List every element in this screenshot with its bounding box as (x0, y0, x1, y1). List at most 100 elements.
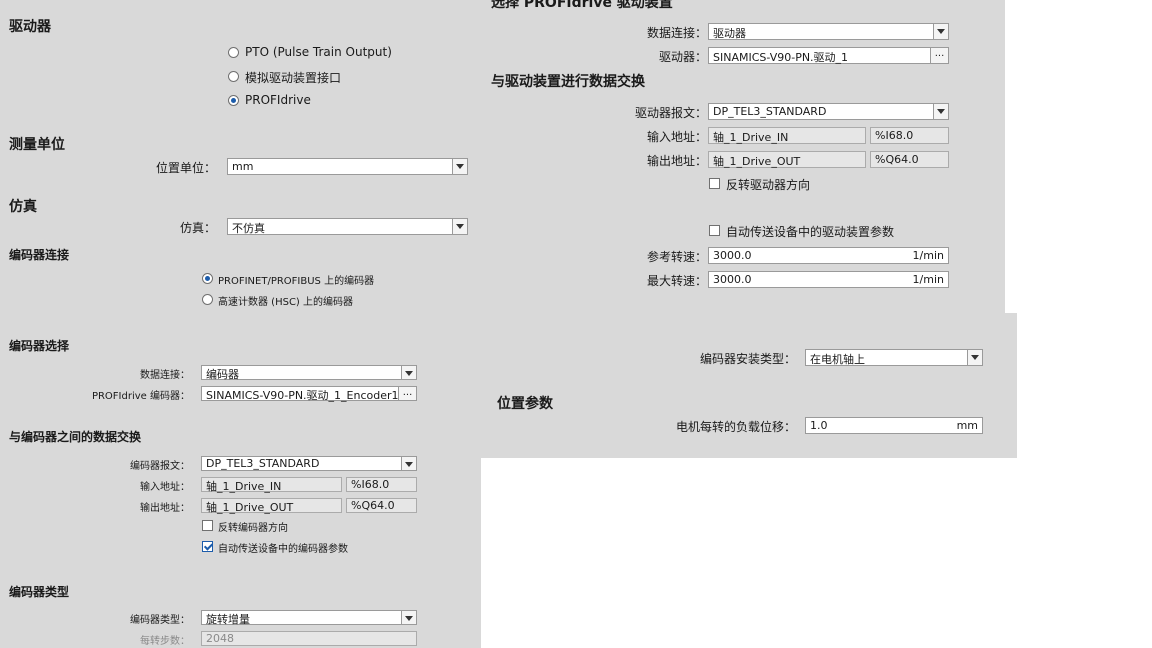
profidrive-encoder-value: SINAMICS-V90-PN.驱动_1_Encoder1 (206, 389, 399, 402)
browse-button[interactable]: ... (930, 48, 948, 63)
steps-per-rev-label: 每转步数： (140, 636, 190, 647)
drive-output-name: 轴_1_Drive_OUT (708, 151, 866, 168)
drive-data-conn-label: 数据连接： (646, 26, 707, 40)
load-displacement-label: 电机每转的负载位移： (675, 420, 796, 434)
profidrive-encoder-label: PROFIdrive 编码器： (91, 391, 190, 402)
drive-option-pto-label[interactable]: PTO (Pulse Train Output) (245, 45, 392, 59)
left-panel: 驱动器 PTO (Pulse Train Output) 模拟驱动装置接口 PR… (0, 0, 481, 648)
drive-data-conn-value: 驱动器 (713, 27, 746, 40)
encoder-data-conn-dropdown[interactable]: 编码器 (201, 365, 417, 381)
chevron-down-icon[interactable] (452, 159, 467, 174)
encoder-telegram-dropdown[interactable]: DP_TEL3_STANDARD (201, 456, 417, 471)
invert-drive-label[interactable]: 反转驱动器方向 (726, 176, 810, 193)
drive-telegram-value: DP_TEL3_STANDARD (713, 105, 827, 118)
position-unit-label: 位置单位： (155, 161, 216, 175)
invert-encoder-checkbox[interactable] (202, 520, 213, 531)
encoder-input-address-text: %I68.0 (351, 478, 390, 491)
browse-button[interactable]: ... (398, 387, 416, 400)
encoder-mount-value: 在电机轴上 (810, 353, 865, 366)
load-displacement-unit: mm (956, 419, 978, 432)
max-speed-value: 3000.0 (713, 273, 752, 286)
encoder-output-label: 输出地址： (140, 503, 190, 514)
encoder-mount-label: 编码器安装类型： (699, 352, 796, 366)
encoder-input-name: 轴_1_Drive_IN (201, 477, 342, 493)
max-speed-field[interactable]: 3000.0 1/min (708, 271, 949, 288)
position-unit-value: mm (232, 160, 254, 173)
encoder-input-name-text: 轴_1_Drive_IN (206, 480, 282, 493)
ref-speed-unit: 1/min (912, 249, 944, 262)
steps-per-rev-value: 2048 (206, 632, 234, 645)
drive-heading: 驱动器 (9, 19, 51, 35)
chevron-down-icon[interactable] (401, 366, 416, 379)
drive-output-address-text: %Q64.0 (875, 153, 919, 166)
drive-data-conn-dropdown[interactable]: 驱动器 (708, 23, 949, 40)
select-drive-heading: 选择 PROFIdrive 驱动装置 (491, 0, 673, 11)
encoder-mount-dropdown[interactable]: 在电机轴上 (805, 349, 983, 366)
auto-encoder-params-label[interactable]: 自动传送设备中的编码器参数 (218, 540, 348, 555)
chevron-down-icon[interactable] (401, 611, 416, 624)
right-top-panel: 选择 PROFIdrive 驱动装置 数据连接： 驱动器 驱动器： SINAMI… (481, 0, 1005, 313)
chevron-down-icon[interactable] (967, 350, 982, 365)
drive-option-profidrive-radio[interactable] (228, 95, 239, 106)
max-speed-label: 最大转速： (646, 274, 707, 288)
chevron-down-icon[interactable] (933, 24, 948, 39)
encoder-output-address: %Q64.0 (346, 498, 417, 513)
load-displacement-value: 1.0 (810, 419, 828, 432)
encoder-data-conn-value: 编码器 (206, 368, 239, 381)
chevron-down-icon[interactable] (401, 457, 416, 470)
auto-drive-params-label[interactable]: 自动传送设备中的驱动装置参数 (726, 223, 894, 240)
drive-option-pto-radio[interactable] (228, 47, 239, 58)
encoder-conn-hsc-label[interactable]: 高速计数器 (HSC) 上的编码器 (218, 293, 353, 308)
auto-encoder-params-checkbox[interactable] (202, 541, 213, 552)
drive-input-address: %I68.0 (870, 127, 949, 144)
drive-input-name: 轴_1_Drive_IN (708, 127, 866, 144)
simulation-heading: 仿真 (9, 199, 37, 215)
encoder-type-heading: 编码器类型 (9, 585, 70, 599)
ref-speed-label: 参考转速： (646, 250, 707, 264)
encoder-output-name: 轴_1_Drive_OUT (201, 498, 342, 514)
drive-output-address: %Q64.0 (870, 151, 949, 168)
encoder-input-label: 输入地址： (140, 482, 190, 493)
invert-encoder-label[interactable]: 反转编码器方向 (218, 519, 288, 534)
simulation-dropdown[interactable]: 不仿真 (227, 218, 468, 235)
encoder-conn-hsc-radio[interactable] (202, 294, 213, 305)
chevron-down-icon[interactable] (933, 104, 948, 119)
drive-option-analog-radio[interactable] (228, 71, 239, 82)
profidrive-encoder-field[interactable]: SINAMICS-V90-PN.驱动_1_Encoder1 ... (201, 386, 417, 402)
encoder-conn-profinet-radio[interactable] (202, 273, 213, 284)
chevron-down-icon[interactable] (452, 219, 467, 234)
load-displacement-field[interactable]: 1.0 mm (805, 417, 983, 434)
drive-telegram-label: 驱动器报文： (634, 106, 707, 120)
drive-value: SINAMICS-V90-PN.驱动_1 (713, 51, 849, 64)
drive-option-analog-label[interactable]: 模拟驱动装置接口 (245, 69, 341, 86)
auto-drive-params-checkbox[interactable] (709, 225, 720, 236)
invert-drive-checkbox[interactable] (709, 178, 720, 189)
encoder-input-address: %I68.0 (346, 477, 417, 492)
drive-field[interactable]: SINAMICS-V90-PN.驱动_1 ... (708, 47, 949, 64)
drive-input-label: 输入地址： (646, 130, 707, 144)
ref-speed-field[interactable]: 3000.0 1/min (708, 247, 949, 264)
ref-speed-value: 3000.0 (713, 249, 752, 262)
encoder-output-name-text: 轴_1_Drive_OUT (206, 501, 294, 514)
position-params-heading: 位置参数 (497, 396, 553, 412)
encoder-type-value: 旋转增量 (206, 613, 250, 626)
encoder-type-dropdown[interactable]: 旋转增量 (201, 610, 417, 626)
drive-exchange-heading: 与驱动装置进行数据交换 (491, 74, 645, 90)
drive-telegram-dropdown[interactable]: DP_TEL3_STANDARD (708, 103, 949, 120)
drive-label: 驱动器： (658, 50, 707, 64)
encoder-select-heading: 编码器选择 (9, 339, 70, 353)
max-speed-unit: 1/min (912, 273, 944, 286)
encoder-telegram-value: DP_TEL3_STANDARD (206, 457, 320, 470)
encoder-telegram-label: 编码器报文： (130, 461, 190, 472)
encoder-type-label: 编码器类型： (130, 615, 190, 626)
drive-input-name-text: 轴_1_Drive_IN (713, 131, 789, 144)
right-bottom-panel: 编码器安装类型： 在电机轴上 位置参数 电机每转的负载位移： 1.0 mm (481, 313, 1017, 458)
encoder-conn-profinet-label[interactable]: PROFINET/PROFIBUS 上的编码器 (218, 272, 374, 287)
units-heading: 测量单位 (9, 137, 65, 153)
position-unit-dropdown[interactable]: mm (227, 158, 468, 175)
drive-option-profidrive-label[interactable]: PROFIdrive (245, 93, 311, 107)
encoder-exchange-heading: 与编码器之间的数据交换 (9, 430, 142, 444)
drive-output-label: 输出地址： (646, 154, 707, 168)
simulation-label: 仿真： (179, 221, 216, 235)
encoder-data-conn-label: 数据连接： (140, 370, 190, 381)
